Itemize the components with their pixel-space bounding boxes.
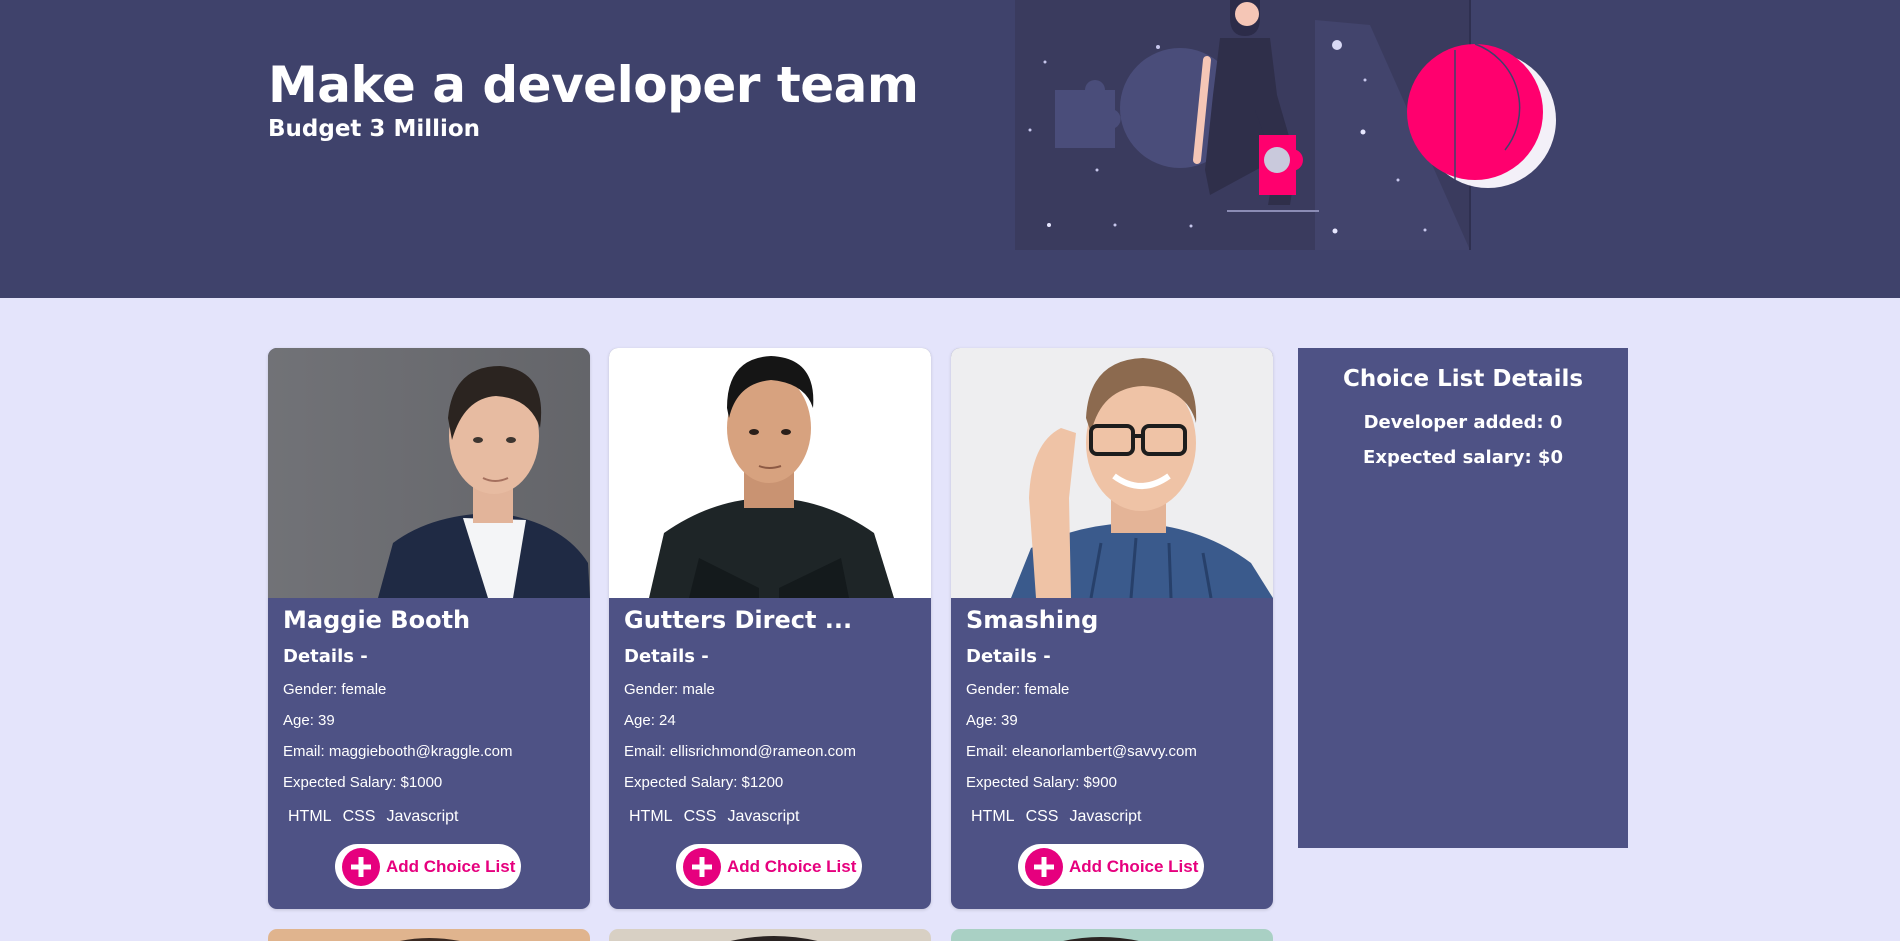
developer-card-partial xyxy=(268,929,590,941)
skills-list: HTML CSS Javascript xyxy=(629,808,800,826)
email-text: Email: eleanorlambert@savvy.com xyxy=(966,743,1197,760)
developer-photo xyxy=(268,348,590,598)
add-choice-list-label: Add Choice List xyxy=(386,856,516,876)
email-text: Email: ellisrichmond@rameon.com xyxy=(624,743,856,760)
developer-photo xyxy=(951,348,1273,598)
developer-card: Smashing Details - Gender: female Age: 3… xyxy=(951,348,1273,909)
developer-added-count: Developer added: 0 xyxy=(1363,412,1563,433)
skills-list: HTML CSS Javascript xyxy=(288,808,459,826)
expected-salary-total: Expected salary: $0 xyxy=(1363,447,1563,468)
developer-card: Gutters Direct ... Details - Gender: mal… xyxy=(609,348,931,909)
skill-tag: HTML xyxy=(288,808,332,825)
developer-name: Maggie Booth xyxy=(283,606,471,634)
developer-name: Smashing xyxy=(966,606,1099,634)
skill-tag: CSS xyxy=(342,808,376,825)
choice-list-panel: Choice List Details Developer added: 0 E… xyxy=(1298,348,1628,848)
add-choice-list-label: Add Choice List xyxy=(727,856,857,876)
developer-photo xyxy=(1063,937,1139,941)
skill-tag: Javascript xyxy=(386,808,459,825)
add-choice-list-button[interactable]: Add Choice List xyxy=(1018,844,1204,889)
skills-list: HTML CSS Javascript xyxy=(971,808,1142,826)
developer-card-partial xyxy=(609,929,931,941)
salary-text: Expected Salary: $1000 xyxy=(283,774,443,791)
developer-photo xyxy=(400,938,460,941)
developer-photo xyxy=(609,348,931,598)
add-choice-list-button[interactable]: Add Choice List xyxy=(335,844,521,889)
age-text: Age: 39 xyxy=(966,712,1018,729)
plus-circle-icon xyxy=(683,847,721,886)
details-heading: Details - xyxy=(283,646,368,667)
details-heading: Details - xyxy=(966,646,1051,667)
developer-photo xyxy=(730,936,818,941)
gender-text: Gender: male xyxy=(624,681,715,698)
skill-tag: Javascript xyxy=(1069,808,1142,825)
developer-card-partial xyxy=(951,929,1273,941)
plus-circle-icon xyxy=(342,847,380,886)
plus-circle-icon xyxy=(1025,847,1063,886)
gender-text: Gender: female xyxy=(966,681,1070,698)
hero-banner: Make a developer team Budget 3 Million xyxy=(0,0,1900,298)
skill-tag: CSS xyxy=(1025,808,1059,825)
add-choice-list-button[interactable]: Add Choice List xyxy=(676,844,862,889)
salary-text: Expected Salary: $900 xyxy=(966,774,1117,791)
age-text: Age: 39 xyxy=(283,712,335,729)
age-text: Age: 24 xyxy=(624,712,676,729)
skill-tag: HTML xyxy=(629,808,673,825)
skill-tag: HTML xyxy=(971,808,1015,825)
choice-list-title: Choice List Details xyxy=(1342,366,1584,392)
gender-text: Gender: female xyxy=(283,681,387,698)
developer-card: Maggie Booth Details - Gender: female Ag… xyxy=(268,348,590,909)
add-choice-list-label: Add Choice List xyxy=(1069,856,1199,876)
email-text: Email: maggiebooth@kraggle.com xyxy=(283,743,513,760)
skill-tag: Javascript xyxy=(727,808,800,825)
skill-tag: CSS xyxy=(683,808,717,825)
team-illustration xyxy=(1015,0,1556,250)
page-title: Make a developer team xyxy=(268,56,919,114)
salary-text: Expected Salary: $1200 xyxy=(624,774,784,791)
developer-name: Gutters Direct ... xyxy=(624,606,853,634)
details-heading: Details - xyxy=(624,646,709,667)
budget-subtitle: Budget 3 Million xyxy=(268,116,481,142)
